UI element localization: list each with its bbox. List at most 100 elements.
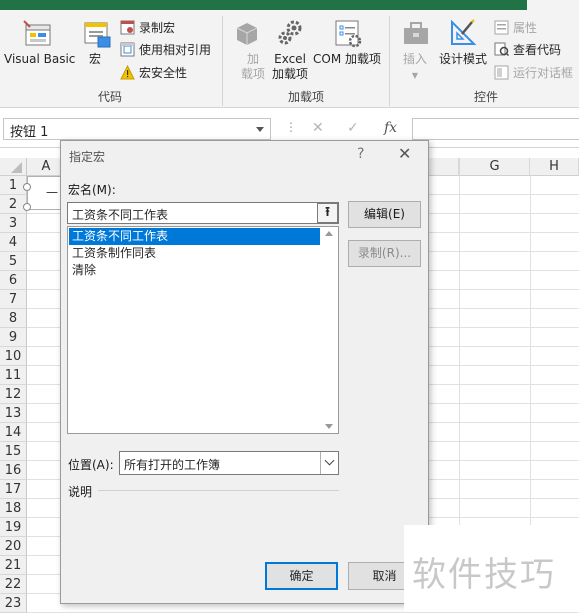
addins-label-line1: 加 [247,52,260,66]
run-dialog-label: 运行对话框 [513,66,574,80]
scroll-down-icon[interactable] [325,424,333,429]
row-header[interactable]: 18 [0,499,27,518]
row-header[interactable]: 7 [0,290,27,309]
edit-button[interactable]: 编辑(E) [348,201,421,228]
row-header[interactable]: 22 [0,575,27,594]
close-icon[interactable]: ✕ [398,144,411,163]
row-header[interactable]: 21 [0,556,27,575]
macro-security-button[interactable]: 宏安全性 [120,64,187,81]
macro-security-label: 宏安全性 [139,66,188,80]
macros-button[interactable]: 宏 [89,52,101,67]
relative-reference-icon [120,42,135,57]
ribbon-tab-strip [0,0,579,10]
gear-icon[interactable] [275,18,305,48]
row-header[interactable]: 14 [0,423,27,442]
group-label-controls: 控件 [474,90,499,104]
row-header[interactable]: 19 [0,518,27,537]
macro-list[interactable]: 工资条不同工作表 工资条制作同表 清除 [67,226,339,434]
view-code-button[interactable]: 查看代码 [494,41,561,58]
record-button[interactable]: 录制(R)... [348,240,421,267]
location-select[interactable]: 所有打开的工作簿 [119,451,339,475]
record-macro-icon [120,20,135,35]
resize-handle[interactable] [23,203,31,211]
row-header[interactable]: 9 [0,328,27,347]
scrollbar[interactable] [321,227,338,433]
row-header[interactable]: 15 [0,442,27,461]
name-box[interactable]: 按钮 1 [3,118,271,140]
visual-basic-icon[interactable] [22,19,54,49]
row-header[interactable]: 11 [0,366,27,385]
arrow-up-icon: ⭱ [325,205,330,220]
macro-name-value: 工资条不同工作表 [72,208,169,222]
resize-handle[interactable] [23,183,31,191]
list-item[interactable]: 工资条制作同表 [69,245,320,262]
row-header[interactable]: 13 [0,404,27,423]
description-divider [98,490,339,491]
list-item[interactable]: 清除 [69,262,320,279]
row-header[interactable]: 5 [0,252,27,271]
row-header[interactable]: 23 [0,594,27,613]
excel-addins-label-line1: Excel [274,52,306,66]
row-header[interactable]: 8 [0,309,27,328]
form-button-control[interactable]: — [27,176,61,210]
form-button-label: — [46,185,58,199]
row-header[interactable]: 10 [0,347,27,366]
ribbon: Visual Basic 宏 录制宏 使用相对引用 宏安全性 代码 加载项 Ex… [0,10,579,108]
chevron-down-icon: ▼ [411,71,419,80]
properties-button[interactable]: 属性 [494,19,537,36]
insert-label: 插入 [403,52,428,66]
group-label-code: 代码 [98,90,123,104]
relative-reference-button[interactable]: 使用相对引用 [120,41,211,58]
location-label: 位置(A): [68,458,114,472]
more-icon: ⋮ [285,120,297,134]
insert-control-icon[interactable] [401,19,431,49]
cancel-entry-icon[interactable]: ✕ [312,120,324,136]
row-header[interactable]: 17 [0,480,27,499]
select-all-triangle-icon [11,162,22,173]
view-code-label: 查看代码 [513,43,562,57]
tab-developer[interactable] [527,0,579,10]
macro-name-label: 宏名(M): [68,183,116,197]
addins-label-line2: 载项 [241,67,266,81]
column-header-g[interactable]: G [459,158,530,176]
dialog-title: 指定宏 [69,150,106,164]
assign-macro-dialog: 指定宏 ? ✕ 宏名(M): 工资条不同工作表 ⭱ 工资条不同工作表 工资条制作… [60,140,429,604]
row-header[interactable]: 12 [0,385,27,404]
addins-button[interactable]: 加载项 [241,52,265,82]
com-addins-icon[interactable] [333,18,363,48]
formula-input[interactable] [412,118,579,140]
insert-function-icon[interactable]: fx [384,120,397,136]
select-all-corner[interactable] [0,158,27,176]
column-header-f[interactable] [429,158,459,176]
chevron-down-icon[interactable] [256,127,264,132]
macro-name-input[interactable]: 工资条不同工作表 [67,202,339,224]
row-header[interactable]: 16 [0,461,27,480]
group-separator [389,16,390,106]
ok-button[interactable]: 确定 [265,562,338,590]
excel-addins-button[interactable]: Excel 加载项 [272,52,308,82]
design-mode-icon[interactable] [448,18,478,48]
row-header[interactable]: 20 [0,537,27,556]
view-code-icon [494,42,510,57]
chevron-down-icon[interactable] [320,452,338,474]
visual-basic-button[interactable]: Visual Basic [4,52,75,67]
warning-icon [120,64,135,80]
row-header[interactable]: 3 [0,214,27,233]
column-header-h[interactable]: H [530,158,579,176]
addins-icon[interactable] [233,20,261,48]
properties-label: 属性 [513,21,538,35]
com-addins-button[interactable]: COM 加载项 [313,52,381,67]
record-macro-button[interactable]: 录制宏 [120,19,175,36]
design-mode-button[interactable]: 设计模式 [439,52,487,67]
group-separator [222,16,223,106]
help-icon[interactable]: ? [357,146,364,162]
run-dialog-button[interactable]: 运行对话框 [494,64,573,81]
row-header[interactable]: 4 [0,233,27,252]
list-item[interactable]: 工资条不同工作表 [69,228,320,245]
insert-button[interactable]: 插入 ▼ [403,52,427,83]
enter-entry-icon[interactable]: ✓ [347,120,359,136]
row-header[interactable]: 6 [0,271,27,290]
collapse-dialog-button[interactable]: ⭱ [317,203,338,223]
macros-icon[interactable] [82,19,112,49]
scroll-up-icon[interactable] [325,231,333,236]
